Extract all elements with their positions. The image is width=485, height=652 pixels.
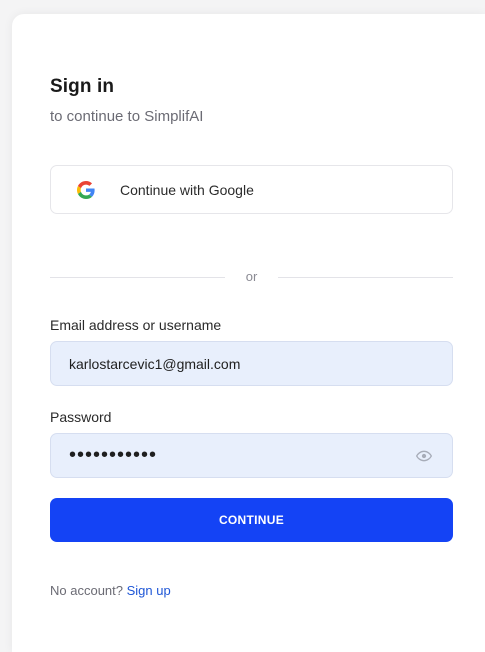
- signup-prompt: No account? Sign up: [50, 583, 171, 598]
- or-divider: or: [50, 269, 453, 285]
- google-button-label: Continue with Google: [120, 182, 254, 198]
- no-account-text: No account?: [50, 583, 123, 598]
- signup-link[interactable]: Sign up: [127, 583, 171, 598]
- password-field[interactable]: •••••••••••: [50, 433, 453, 478]
- signin-card: Sign in to continue to SimplifAI Continu…: [12, 14, 485, 652]
- page-title: Sign in: [50, 76, 115, 97]
- password-mask: •••••••••••: [69, 444, 158, 466]
- continue-button[interactable]: CONTINUE: [50, 498, 453, 542]
- continue-with-google-button[interactable]: Continue with Google: [50, 165, 453, 214]
- eye-icon[interactable]: [416, 449, 432, 463]
- email-label: Email address or username: [50, 317, 222, 333]
- continue-button-label: CONTINUE: [218, 513, 285, 527]
- password-label: Password: [50, 409, 112, 425]
- google-logo-icon: [77, 181, 95, 199]
- email-field[interactable]: karlostarcevic1@gmail.com: [50, 341, 453, 386]
- page-subtitle: to continue to SimplifAI: [50, 108, 204, 125]
- email-value: karlostarcevic1@gmail.com: [69, 356, 241, 372]
- divider-line-right: [278, 277, 453, 278]
